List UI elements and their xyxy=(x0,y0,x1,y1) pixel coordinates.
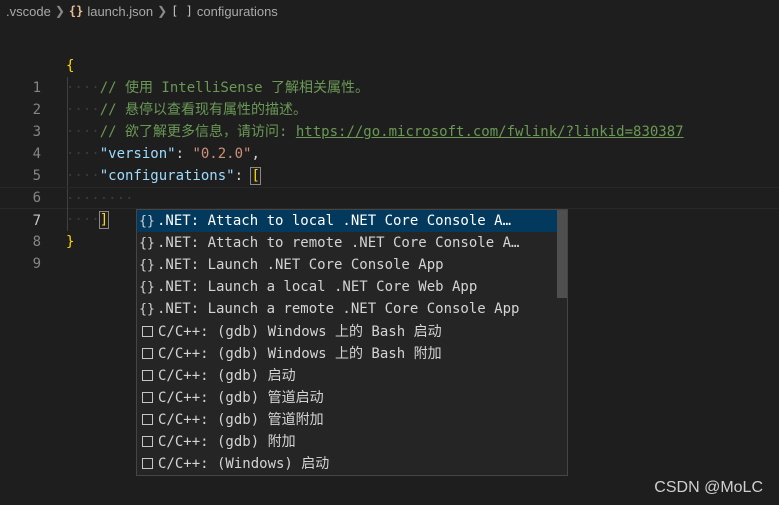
json-file-icon: {} xyxy=(68,4,84,18)
suggestion-item[interactable]: C/C++: (gdb) Windows 上的 Bash 附加 xyxy=(137,342,557,364)
json-key: "configurations" xyxy=(99,168,235,184)
code-line[interactable]: 5 ····"version": "0.2.0", xyxy=(0,143,779,184)
json-string: "0.2.0" xyxy=(192,146,252,162)
suggestion-item[interactable]: {} .NET: Launch a local .NET Core Web App xyxy=(137,276,557,298)
suggestion-item[interactable]: C/C++: (gdb) 启动 xyxy=(137,364,557,386)
snippet-box-icon xyxy=(142,457,153,469)
snippet-box-icon xyxy=(142,369,153,381)
snippet-box-icon xyxy=(142,413,153,425)
docs-link[interactable]: https://go.microsoft.com/fwlink/?linkid=… xyxy=(296,124,684,140)
suggestion-label: C/C++: (gdb) 管道启动 xyxy=(158,390,324,406)
suggestion-label: C/C++: (gdb) Windows 上的 Bash 附加 xyxy=(158,346,442,362)
snippet-box-icon xyxy=(142,435,153,447)
snippet-box-icon xyxy=(142,347,153,359)
code-line[interactable]: 3 ····// 悬停以查看现有属性的描述。 xyxy=(0,99,779,140)
comment: // 欲了解更多信息，请访问: xyxy=(99,124,296,140)
watermark: CSDN @MoLC xyxy=(654,479,763,496)
breadcrumb-node[interactable]: configurations xyxy=(197,4,278,19)
json-braces-icon: {} xyxy=(139,235,155,251)
code-line[interactable]: 1 { xyxy=(0,55,779,96)
suggestion-item[interactable]: C/C++: (gdb) Windows 上的 Bash 启动 xyxy=(137,320,557,342)
suggestion-label: C/C++: (gdb) 附加 xyxy=(158,434,296,450)
suggestion-item[interactable]: {} .NET: Launch a remote .NET Core Consol… xyxy=(137,298,557,320)
suggestion-label: .NET: Launch a remote .NET Core Console … xyxy=(157,301,520,317)
open-bracket: [ xyxy=(250,167,261,185)
code-line[interactable]: 6 ····"configurations": [ xyxy=(0,165,779,206)
suggestion-item[interactable]: C/C++: (Windows) 启动 xyxy=(137,452,557,474)
suggestion-item[interactable]: C/C++: (gdb) 管道启动 xyxy=(137,386,557,408)
suggestion-item[interactable]: {} .NET: Attach to local .NET Core Consol… xyxy=(137,210,557,232)
code-line[interactable]: 4 ····// 欲了解更多信息，请访问: https://go.microso… xyxy=(0,121,779,162)
breadcrumb-file[interactable]: launch.json xyxy=(87,4,153,19)
suggestion-list[interactable]: {} .NET: Attach to local .NET Core Consol… xyxy=(136,209,568,476)
json-key: "version" xyxy=(99,146,176,162)
line-number: 9 xyxy=(32,256,41,272)
suggestion-label: C/C++: (gdb) 启动 xyxy=(158,368,296,384)
json-braces-icon: {} xyxy=(139,257,155,273)
breadcrumb-folder[interactable]: .vscode xyxy=(6,4,51,19)
suggestion-label: .NET: Attach to local .NET Core Console … xyxy=(157,213,512,229)
suggestion-scrollbar[interactable] xyxy=(557,210,567,298)
open-brace: { xyxy=(66,58,75,74)
suggestion-label: C/C++: (gdb) 管道附加 xyxy=(158,412,324,428)
suggestion-label: .NET: Launch .NET Core Console App xyxy=(157,257,444,273)
suggestion-item[interactable]: C/C++: (gdb) 附加 xyxy=(137,430,557,452)
suggestion-label: C/C++: (gdb) Windows 上的 Bash 启动 xyxy=(158,324,442,340)
close-brace: } xyxy=(66,234,75,250)
chevron-right-icon: ❯ xyxy=(54,4,65,18)
suggestion-label: C/C++: (Windows) 启动 xyxy=(158,456,330,472)
suggestion-item[interactable]: C/C++: (gdb) 管道附加 xyxy=(137,408,557,430)
snippet-box-icon xyxy=(142,391,153,403)
breadcrumb: .vscode ❯ {} launch.json ❯ [ ] configura… xyxy=(0,0,779,22)
array-symbol-icon: [ ] xyxy=(171,4,193,18)
code-line-current[interactable]: 7 ········ xyxy=(0,187,779,229)
chevron-right-icon: ❯ xyxy=(157,4,168,18)
suggestion-item[interactable]: {} .NET: Attach to remote .NET Core Conso… xyxy=(137,232,557,254)
close-bracket: ] xyxy=(98,211,110,229)
snippet-box-icon xyxy=(142,325,153,337)
suggestion-label: .NET: Attach to remote .NET Core Console… xyxy=(157,235,520,251)
json-braces-icon: {} xyxy=(139,301,155,317)
suggestion-label: .NET: Launch a local .NET Core Web App xyxy=(157,279,478,295)
code-line[interactable]: 2 ····// 使用 IntelliSense 了解相关属性。 xyxy=(0,77,779,118)
suggestion-item[interactable]: {} .NET: Launch .NET Core Console App xyxy=(137,254,557,276)
json-braces-icon: {} xyxy=(139,279,155,295)
json-braces-icon: {} xyxy=(139,213,155,229)
comment: // 使用 IntelliSense 了解相关属性。 xyxy=(99,80,370,96)
comment: // 悬停以查看现有属性的描述。 xyxy=(99,102,308,118)
